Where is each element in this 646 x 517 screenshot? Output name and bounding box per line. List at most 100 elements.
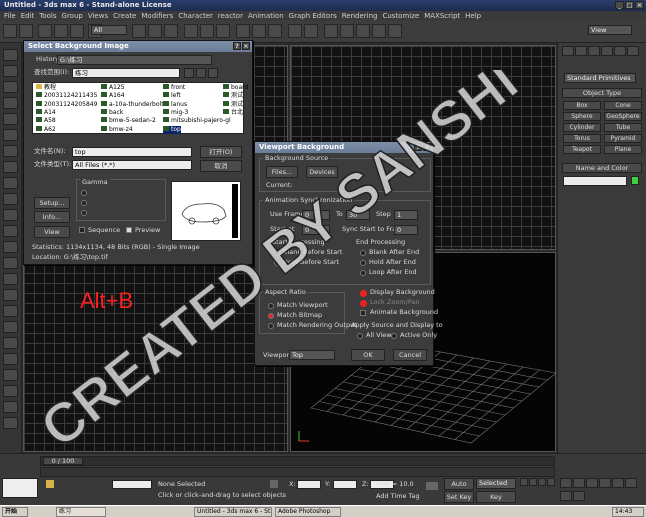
set-key-button[interactable]: Set Key <box>444 491 474 503</box>
zoom-extents-all-icon[interactable] <box>599 478 611 488</box>
object-type-button[interactable]: Torus <box>563 134 601 143</box>
ok-button[interactable]: OK <box>351 349 385 361</box>
menu-item[interactable]: Views <box>88 11 108 21</box>
listener-input[interactable] <box>112 480 152 489</box>
primitive-type-dropdown[interactable]: Standard Primitives <box>564 73 636 83</box>
y-coord-input[interactable] <box>333 480 357 489</box>
view-menu-icon[interactable] <box>208 68 218 78</box>
open-button[interactable]: 打开(O) <box>200 146 242 158</box>
step-input[interactable]: 1 <box>394 210 418 220</box>
select-by-name-icon[interactable] <box>148 24 162 38</box>
utilities-tab-icon[interactable] <box>627 46 639 56</box>
tool-icon[interactable] <box>3 97 18 109</box>
gamma-radio-icon[interactable] <box>81 200 87 206</box>
scale-icon[interactable] <box>216 24 230 38</box>
tool-icon[interactable] <box>3 353 18 365</box>
file-item[interactable]: a-10a-thunderbolt-4 <box>101 100 170 109</box>
time-slider-thumb[interactable]: 0 / 100 <box>43 457 83 465</box>
file-item[interactable]: mitsubishi-pajero-gl <box>163 117 231 125</box>
tool-icon[interactable] <box>3 225 18 237</box>
menu-item[interactable]: MAXScript <box>424 11 460 21</box>
menu-item[interactable]: Create <box>113 11 136 21</box>
display-bg-checkbox[interactable] <box>360 290 367 297</box>
create-tab-icon[interactable] <box>562 46 574 56</box>
zoom-extents-icon[interactable] <box>586 478 598 488</box>
rect-select-icon[interactable] <box>164 24 178 38</box>
redo-icon[interactable] <box>19 24 33 38</box>
object-type-button[interactable]: Teapot <box>563 145 601 154</box>
track-bar[interactable] <box>40 467 555 477</box>
tool-icon[interactable] <box>3 401 18 413</box>
close-icon[interactable]: × <box>423 143 431 151</box>
blank-after-radio-icon[interactable] <box>360 250 366 258</box>
maxscript-listener[interactable] <box>2 478 38 498</box>
object-type-button[interactable]: Tube <box>604 123 642 132</box>
tool-icon[interactable] <box>3 81 18 93</box>
selected-dropdown[interactable]: Selected <box>476 478 516 489</box>
setup-button[interactable]: Setup... <box>34 197 70 209</box>
tool-icon[interactable] <box>3 257 18 269</box>
file-item[interactable]: A164 <box>101 92 125 100</box>
help-icon[interactable]: ? <box>414 143 422 151</box>
menu-item[interactable]: Character <box>178 11 213 21</box>
name-color-rollout[interactable]: Name and Color <box>562 163 642 173</box>
tool-icon[interactable] <box>3 145 18 157</box>
tool-icon[interactable] <box>3 417 18 429</box>
start-button[interactable]: 开始 <box>2 507 28 517</box>
maximize-icon[interactable]: □ <box>625 1 634 9</box>
curve-editor-icon[interactable] <box>324 24 338 38</box>
bind-icon[interactable] <box>70 24 84 38</box>
object-type-button[interactable]: Sphere <box>563 112 601 121</box>
filetype-dropdown[interactable]: All Files (*.*) <box>72 160 192 170</box>
file-item[interactable]: A14 <box>36 108 56 117</box>
menu-item[interactable]: Tools <box>39 11 56 21</box>
modify-tab-icon[interactable] <box>575 46 587 56</box>
object-type-button[interactable]: Cone <box>604 101 642 110</box>
file-item[interactable]: front <box>163 84 185 92</box>
gamma-radio-icon[interactable] <box>81 210 87 216</box>
tool-icon[interactable] <box>3 113 18 125</box>
loop-after-radio-icon[interactable] <box>360 270 366 278</box>
schematic-icon[interactable] <box>340 24 354 38</box>
file-list[interactable]: 教程 20031124211435 20031124205849 A14 A58 A62 A… <box>32 82 248 134</box>
taskbar-item-photoshop[interactable]: Adobe Photoshop <box>275 507 341 517</box>
tool-icon[interactable] <box>3 161 18 173</box>
new-folder-icon[interactable] <box>196 68 206 78</box>
file-item[interactable]: left <box>163 92 181 100</box>
tool-icon[interactable] <box>3 385 18 397</box>
tool-icon[interactable] <box>3 337 18 349</box>
cancel-button[interactable]: 取消 <box>200 160 242 172</box>
unlink-icon[interactable] <box>54 24 68 38</box>
file-item[interactable]: A58 <box>36 117 56 125</box>
object-type-button[interactable]: Plane <box>604 145 642 154</box>
blank-before-radio-icon[interactable] <box>274 250 280 258</box>
field-of-view-icon[interactable] <box>612 478 624 488</box>
file-item[interactable]: 测试 <box>223 100 243 109</box>
snap-icon[interactable] <box>236 24 250 38</box>
tool-icon[interactable] <box>3 273 18 285</box>
viewport-dropdown[interactable]: Top <box>289 350 335 360</box>
use-frame-input[interactable]: 0 <box>302 210 330 220</box>
info-button[interactable]: Info... <box>34 211 70 223</box>
tool-icon[interactable] <box>3 65 18 77</box>
filename-input[interactable]: top <box>72 147 192 157</box>
devices-button[interactable]: Devices <box>306 166 338 178</box>
file-item[interactable]: A62 <box>36 125 56 134</box>
angle-snap-icon[interactable] <box>252 24 266 38</box>
match-render-radio-icon[interactable] <box>268 323 274 331</box>
maximize-viewport-icon[interactable] <box>573 490 585 501</box>
select-object-icon[interactable] <box>132 24 146 38</box>
time-slider[interactable]: 0 / 100 <box>40 456 555 466</box>
pan-icon[interactable] <box>625 478 637 488</box>
tool-icon[interactable] <box>3 369 18 381</box>
tool-icon[interactable] <box>3 321 18 333</box>
undo-icon[interactable] <box>3 24 17 38</box>
link-icon[interactable] <box>38 24 52 38</box>
menu-item[interactable]: Customize <box>382 11 419 21</box>
file-item[interactable]: board <box>223 84 248 92</box>
tool-icon[interactable] <box>3 129 18 141</box>
to-input[interactable]: 30 <box>346 210 370 220</box>
hold-before-radio-icon[interactable] <box>274 260 280 268</box>
minimize-icon[interactable]: _ <box>615 1 624 9</box>
move-icon[interactable] <box>184 24 198 38</box>
